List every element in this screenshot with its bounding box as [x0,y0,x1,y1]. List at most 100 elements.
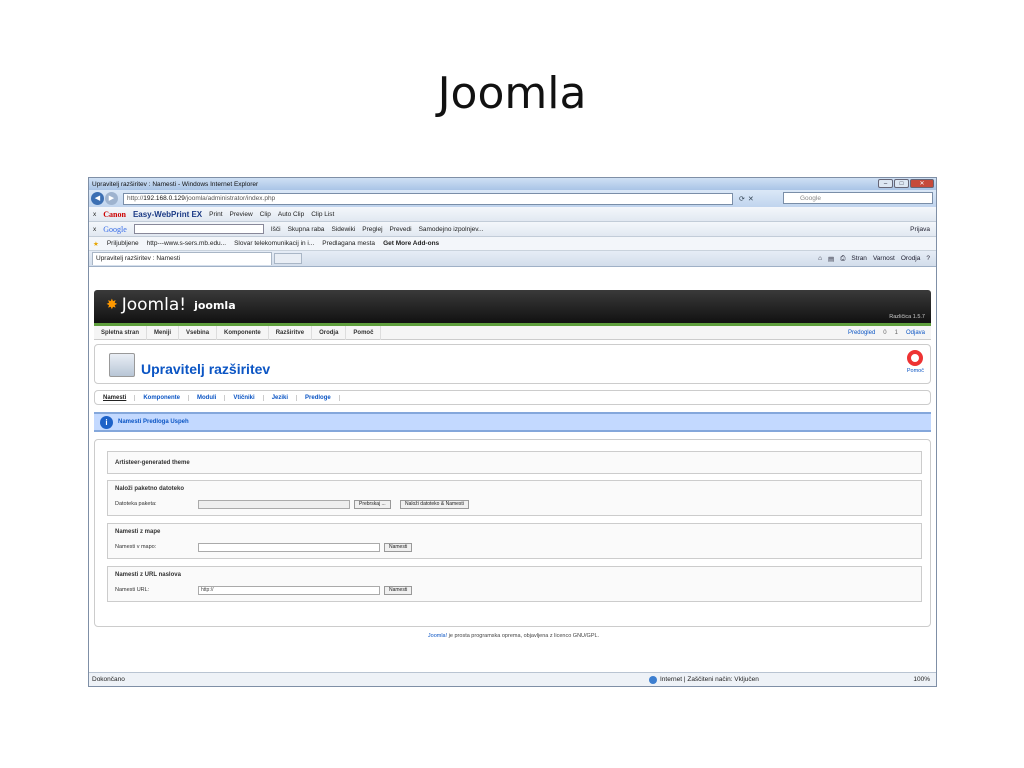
google-search-input[interactable] [133,224,264,234]
menu-tools[interactable]: Orodja [312,325,347,340]
address-host: 192.168.0.129 [143,195,185,202]
page-title: Upravitelj razširitev [141,361,271,377]
home-icon[interactable]: ⌂ [818,255,822,263]
install-directory-button[interactable]: Namesti [384,543,413,552]
page-menu[interactable]: Stran [851,255,867,263]
url-fieldset: Namesti z URL naslova Namesti URL: http:… [107,566,922,602]
preview-button[interactable]: Preview [230,211,253,218]
tools-menu[interactable]: Orodja [901,255,921,263]
close-button[interactable]: ✕ [910,179,934,188]
auto-clip-button[interactable]: Auto Clip [278,211,304,218]
easywebprint-menu[interactable]: Easy-WebPrint EX [133,210,202,219]
back-button[interactable]: ◀ [91,192,104,205]
admin-status: Predogled 0 1 Odjava [848,330,925,336]
upload-label: Datoteka paketa: [115,501,157,507]
message-text: Namesti Predloga Uspeh [118,419,189,425]
share-button[interactable]: Skupna raba [288,226,325,233]
install-url-button[interactable]: Namesti [384,586,413,595]
logout-link[interactable]: Odjava [906,330,925,336]
admin-menu: Spletna stran Meniji Vsebina Komponente … [94,325,931,340]
address-row: ◀ ▶ http://192.168.0.129/joomla/administ… [89,190,936,207]
close-toolbar-icon[interactable]: x [93,226,96,233]
menu-menus[interactable]: Meniji [147,325,180,340]
url-legend: Namesti z URL naslova [115,572,181,578]
close-toolbar-icon[interactable]: x [93,211,96,218]
directory-legend: Namesti z mape [115,529,161,535]
clip-button[interactable]: Clip [260,211,271,218]
clip-list-button[interactable]: Clip List [311,211,334,218]
print-icon[interactable]: ⎙ [840,255,845,263]
install-directory-input[interactable] [198,543,380,552]
security-zone[interactable]: Internet | Zaščiteni način: Vključen [649,675,759,684]
favorite-item[interactable]: Predlagana mesta [322,240,375,247]
subnav-modules[interactable]: Moduli [189,394,226,401]
upload-fieldset: Naloži paketno datoteko Datoteka paketa:… [107,480,922,516]
address-tools: ⟳ ✕ [739,195,754,203]
browser-tab[interactable]: Upravitelj razširitev : Namesti [92,252,272,265]
subnav-languages[interactable]: Jeziki [264,394,298,401]
help-icon[interactable]: ? [926,255,930,263]
stop-icon[interactable]: ✕ [748,195,754,203]
install-url-input[interactable]: http:// [198,586,380,595]
check-button[interactable]: Preglej [362,226,382,233]
page-viewport: ✸ Joomla! joomla Različica 1.5.7 Spletna… [89,283,936,673]
signin-link[interactable]: Prijava [910,226,930,233]
google-toolbar: x Google Išči Skupna raba Sidewiki Pregl… [89,222,936,237]
window-title: Upravitelj razširitev : Namesti - Window… [92,180,259,188]
favorites-button[interactable]: Priljubljene [107,240,139,247]
lifebuoy-icon [907,350,924,366]
favorite-item[interactable]: Slovar telekomunikacij in i... [234,240,314,247]
menu-content[interactable]: Vsebina [179,325,218,340]
feeds-icon[interactable]: ▤ [828,255,834,263]
footer-text: je prosta programska oprema, objavljena … [447,633,600,639]
help-button[interactable]: Pomoč [907,350,924,374]
subnav-components[interactable]: Komponente [135,394,190,401]
maximize-button[interactable]: □ [894,179,909,188]
address-bar[interactable]: http://192.168.0.129/joomla/administrato… [123,192,733,205]
package-file-input[interactable] [198,500,350,509]
sidewiki-button[interactable]: Sidewiki [331,226,355,233]
search-input[interactable]: Google [783,192,933,204]
address-prefix: http:// [127,195,144,202]
window-controls: – □ ✕ [878,179,934,188]
forward-button[interactable]: ▶ [105,192,118,205]
canon-logo: Canon [103,209,126,219]
minimize-button[interactable]: – [878,179,893,188]
globe-icon [649,675,657,684]
theme-box: Artisteer-generated theme [107,451,922,474]
print-button[interactable]: Print [209,211,222,218]
favorites-bar: ★ Priljubljene http---www.s-sers.mb.edu.… [89,237,936,251]
safety-menu[interactable]: Varnost [873,255,895,263]
browse-button[interactable]: Prebrskaj ... [354,500,391,509]
url-label: Namesti URL: [115,587,150,593]
menu-extensions[interactable]: Razširitve [269,325,313,340]
joomla-logo-text: Joomla! [121,295,187,315]
subnav-templates[interactable]: Predloge [297,394,340,401]
slide-title: Joomla [437,68,587,119]
new-tab-button[interactable] [274,253,302,264]
preview-link[interactable]: Predogled [848,330,875,336]
menu-components[interactable]: Komponente [217,325,269,340]
zone-text: Internet | Zaščiteni način: Vključen [660,676,759,683]
extension-manager-icon [109,353,135,377]
messages-count[interactable]: 0 [883,330,886,336]
search-button[interactable]: Išči [271,226,281,233]
zoom-level[interactable]: 100% [913,676,930,683]
menu-help[interactable]: Pomoč [346,325,382,340]
translate-button[interactable]: Prevedi [390,226,412,233]
version-label: Različica 1.5.7 [889,314,925,320]
joomla-header: ✸ Joomla! joomla Različica 1.5.7 [94,290,931,323]
favorite-item[interactable]: http---www.s-sers.mb.edu... [147,240,226,247]
upload-install-button[interactable]: Naloži datoteko & Namesti [400,500,469,509]
window-titlebar: Upravitelj razširitev : Namesti - Window… [89,178,936,190]
refresh-icon[interactable]: ⟳ [739,195,745,203]
subnav-plugins[interactable]: Vtičniki [225,394,264,401]
joomla-link[interactable]: Joomla! [428,633,447,639]
menu-site[interactable]: Spletna stran [94,325,148,340]
favorite-item[interactable]: Get More Add-ons [383,240,439,247]
autofill-button[interactable]: Samodejno izpolnjev... [419,226,484,233]
canon-toolbar: x Canon Easy-WebPrint EX Print Preview C… [89,207,936,222]
subnav-install[interactable]: Namesti [95,394,136,401]
address-path: /joomla/administrator/index.php [184,195,276,202]
users-count[interactable]: 1 [895,330,898,336]
